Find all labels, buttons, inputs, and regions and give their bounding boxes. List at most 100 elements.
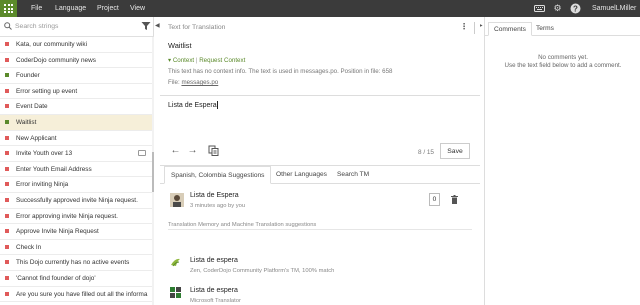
strings-list: Kata, our community wiki CoderDojo commun… <box>0 37 152 303</box>
list-item[interactable]: Error inviting Ninja <box>0 177 152 193</box>
tm-suggestion-text[interactable]: Lista de espera <box>190 257 238 264</box>
tm-suggestion-text[interactable]: Lista de espera <box>190 287 238 294</box>
list-item[interactable]: Are you sure you have filled out all the… <box>0 287 152 303</box>
file-link[interactable]: messages.po <box>181 79 218 86</box>
list-item-label: Approve Invite Ninja Request <box>16 228 99 236</box>
own-suggestion-meta: 3 minutes ago by you <box>190 203 246 209</box>
divider <box>168 229 472 230</box>
status-marker <box>5 244 9 249</box>
list-item-label: Event Date <box>16 103 48 111</box>
list-item[interactable]: This Dojo currently has no active events <box>0 255 152 271</box>
list-item-label: Kata, our community wiki <box>16 41 88 48</box>
editor-toolbar: ← → 8 / 15 Save <box>160 143 480 161</box>
comments-panel: Comments Terms No comments yet. Use the … <box>484 17 640 305</box>
collapse-left-icon[interactable]: ◀ <box>155 22 160 29</box>
context-line: ▾ Context | Request Context <box>168 57 246 64</box>
context-toggle[interactable]: ▾ Context <box>168 57 194 64</box>
editor-panel: Text for Translation ⋮ Waitlist ▾ Contex… <box>160 17 480 305</box>
status-marker <box>5 182 9 187</box>
list-item-label: This Dojo currently has no active events <box>16 259 130 267</box>
list-item-label: Error setting up event <box>16 87 78 95</box>
context-info: This text has no context info. The text … <box>168 68 393 75</box>
save-button[interactable]: Save <box>440 143 470 159</box>
status-marker <box>5 135 9 140</box>
avatar <box>170 193 184 207</box>
list-item[interactable]: Successfully approved invite Ninja reque… <box>0 193 152 209</box>
list-item[interactable]: Event Date <box>0 99 152 115</box>
status-marker <box>5 197 9 202</box>
list-item[interactable]: CoderDojo community news <box>0 53 152 69</box>
search-icon <box>4 22 12 32</box>
status-marker <box>5 119 9 124</box>
own-suggestion-text[interactable]: Lista de Espera <box>190 192 239 199</box>
list-item-label: Error approving invite Ninja request. <box>16 212 118 220</box>
svg-text:?: ? <box>573 4 578 13</box>
tab-terms[interactable]: Terms <box>531 22 559 36</box>
text-caret <box>216 101 218 109</box>
status-marker <box>5 151 9 156</box>
list-item[interactable]: Check In <box>0 240 152 256</box>
comment-icon <box>138 150 146 157</box>
tab-search-tm[interactable]: Search TM <box>331 166 375 184</box>
status-marker <box>5 42 9 46</box>
menu-language[interactable]: Language <box>55 0 86 17</box>
tm-header: Translation Memory and Machine Translati… <box>168 222 320 228</box>
list-item-label: Enter Youth Email Address <box>16 165 92 173</box>
list-item[interactable]: Kata, our community wiki <box>0 37 152 53</box>
status-marker <box>5 229 9 234</box>
status-marker <box>5 73 9 78</box>
translation-input[interactable]: Lista de Espera <box>168 101 218 109</box>
tab-comments[interactable]: Comments <box>488 22 532 36</box>
zen-tm-icon <box>170 257 181 268</box>
status-marker <box>5 291 9 296</box>
status-marker <box>5 213 9 218</box>
search-input[interactable]: Search strings <box>15 23 58 30</box>
microsoft-translator-icon <box>170 287 181 298</box>
tm-suggestion-meta: Microsoft Translator <box>190 298 241 304</box>
list-item[interactable]: 'Cannot find founder of dojo' <box>0 271 152 287</box>
keyboard-icon[interactable] <box>534 3 545 14</box>
more-options-icon[interactable]: ⋮ <box>460 22 468 31</box>
top-bar: File Language Project View ⚙ ? SamuelLMi… <box>0 0 640 17</box>
list-item[interactable]: Error setting up event <box>0 84 152 100</box>
arrow-right-icon[interactable]: → <box>187 145 198 156</box>
char-counter: 8 / 15 <box>418 149 434 156</box>
status-marker <box>5 88 9 93</box>
menu-project[interactable]: Project <box>97 0 119 17</box>
app-grid-icon[interactable] <box>0 0 17 17</box>
help-icon[interactable]: ? <box>570 3 581 14</box>
list-item[interactable]: Waitlist <box>0 114 152 131</box>
user-name[interactable]: SamuelLMiller <box>592 0 636 17</box>
arrow-left-icon[interactable]: ← <box>170 145 181 156</box>
status-marker <box>5 57 9 62</box>
source-header: Text for Translation <box>168 24 226 31</box>
gear-icon[interactable]: ⚙ <box>552 3 563 14</box>
list-item-label: Check In <box>16 243 42 251</box>
request-context-link[interactable]: Request Context <box>199 57 245 64</box>
list-item-label: Invite Youth over 13 <box>16 150 73 158</box>
list-item[interactable]: New Applicant <box>0 131 152 147</box>
list-item[interactable]: Error approving invite Ninja request. <box>0 209 152 225</box>
list-item-label: Waitlist <box>16 118 37 126</box>
list-item-label: Are you sure you have filled out all the… <box>16 290 148 298</box>
list-item[interactable]: Approve Invite Ninja Request <box>0 224 152 240</box>
list-item[interactable]: Enter Youth Email Address <box>0 162 152 178</box>
no-comments-message: No comments yet. Use the text field belo… <box>504 54 622 69</box>
source-text: Waitlist <box>168 41 192 50</box>
vote-count[interactable]: 0 <box>429 193 440 206</box>
scrollbar-thumb[interactable] <box>152 152 154 192</box>
menu-view[interactable]: View <box>130 0 145 17</box>
menu-file[interactable]: File <box>31 0 42 17</box>
tab-other-languages[interactable]: Other Languages <box>270 166 333 184</box>
list-item[interactable]: Founder <box>0 68 152 84</box>
list-item[interactable]: Invite Youth over 13 <box>0 146 152 162</box>
status-marker <box>5 275 9 280</box>
tab-language-suggestions[interactable]: Spanish, Colombia Suggestions <box>164 166 272 184</box>
panel-divider <box>474 22 482 34</box>
trash-icon[interactable] <box>451 195 458 204</box>
suggestions-tabs: Spanish, Colombia Suggestions Other Lang… <box>160 166 480 184</box>
strings-panel: Search strings Kata, our community wiki C… <box>0 17 154 305</box>
filter-icon[interactable] <box>141 21 151 31</box>
copy-source-icon[interactable] <box>208 145 219 156</box>
divider <box>160 95 480 96</box>
